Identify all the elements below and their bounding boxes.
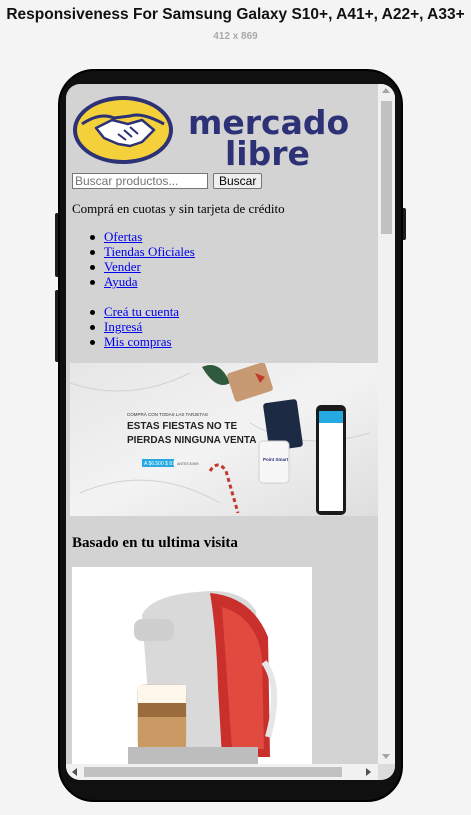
device-resolution: 412 x 869 bbox=[213, 31, 258, 42]
scroll-right-icon[interactable] bbox=[366, 768, 371, 776]
search-form: Buscar bbox=[72, 173, 263, 189]
scroll-up-icon[interactable] bbox=[382, 88, 390, 93]
product-image[interactable] bbox=[72, 567, 312, 764]
search-button[interactable]: Buscar bbox=[213, 173, 263, 189]
scroll-down-icon[interactable] bbox=[382, 754, 390, 759]
promo-banner[interactable]: COMPRÁ CON TODAS LAS TARJETAS ESTAS FIES… bbox=[70, 363, 378, 516]
vertical-scrollbar[interactable] bbox=[378, 84, 395, 764]
nav-link-ayuda[interactable]: Ayuda bbox=[104, 274, 137, 289]
nav-item-vender: Vender bbox=[90, 259, 195, 274]
account-nav: Creá tu cuenta Ingresá Mis compras bbox=[89, 304, 179, 349]
logo-text-libre: libre bbox=[225, 134, 310, 166]
nav-link-mis-compras[interactable]: Mis compras bbox=[104, 334, 172, 349]
nav-item-ingresa: Ingresá bbox=[89, 319, 179, 334]
web-page: mercado libre Buscar Comprá en cuotas y … bbox=[66, 84, 378, 764]
search-input[interactable] bbox=[72, 173, 208, 189]
nav-item-crea-cuenta: Creá tu cuenta bbox=[89, 304, 179, 319]
horizontal-scrollbar[interactable] bbox=[66, 764, 378, 780]
point-device bbox=[258, 440, 290, 484]
nav-link-ingresa[interactable]: Ingresá bbox=[104, 319, 142, 334]
nav-item-mis-compras: Mis compras bbox=[89, 334, 179, 349]
vertical-scroll-thumb[interactable] bbox=[381, 101, 392, 234]
nav-link-ofertas[interactable]: Ofertas bbox=[104, 229, 142, 244]
nav-link-vender[interactable]: Vender bbox=[104, 259, 141, 274]
nav-item-tiendas-oficiales: Tiendas Oficiales bbox=[90, 244, 195, 259]
banner-brand-label: Point Smart bbox=[263, 457, 289, 462]
banner-price-tag: A $6.500 $ 810 bbox=[144, 461, 178, 467]
section-title: Basado en tu ultima visita bbox=[72, 535, 238, 551]
page-title: Responsiveness For Samsung Galaxy S10+, … bbox=[6, 6, 465, 23]
promo-text: Comprá en cuotas y sin tarjeta de crédit… bbox=[72, 201, 285, 216]
scrollbar-corner bbox=[378, 764, 395, 780]
primary-nav: Ofertas Tiendas Oficiales Vender Ayuda bbox=[90, 229, 195, 289]
nav-item-ofertas: Ofertas bbox=[90, 229, 195, 244]
nav-link-tiendas-oficiales[interactable]: Tiendas Oficiales bbox=[104, 244, 195, 259]
mercadolibre-logo[interactable]: mercado libre bbox=[72, 94, 352, 166]
nav-item-ayuda: Ayuda bbox=[90, 274, 195, 289]
nav-link-crea-cuenta[interactable]: Creá tu cuenta bbox=[104, 304, 179, 319]
banner-headline-1: ESTAS FIESTAS NO TE bbox=[127, 421, 238, 432]
horizontal-scroll-thumb[interactable] bbox=[84, 767, 342, 777]
phone-screen: mercado libre Buscar Comprá en cuotas y … bbox=[66, 84, 395, 780]
scroll-left-icon[interactable] bbox=[72, 768, 77, 776]
banner-headline-2: PIERDAS NINGUNA VENTA bbox=[127, 435, 256, 446]
banner-price-note: ANTES $ 899 bbox=[177, 462, 198, 466]
banner-small-text: COMPRÁ CON TODAS LAS TARJETAS bbox=[127, 411, 208, 417]
